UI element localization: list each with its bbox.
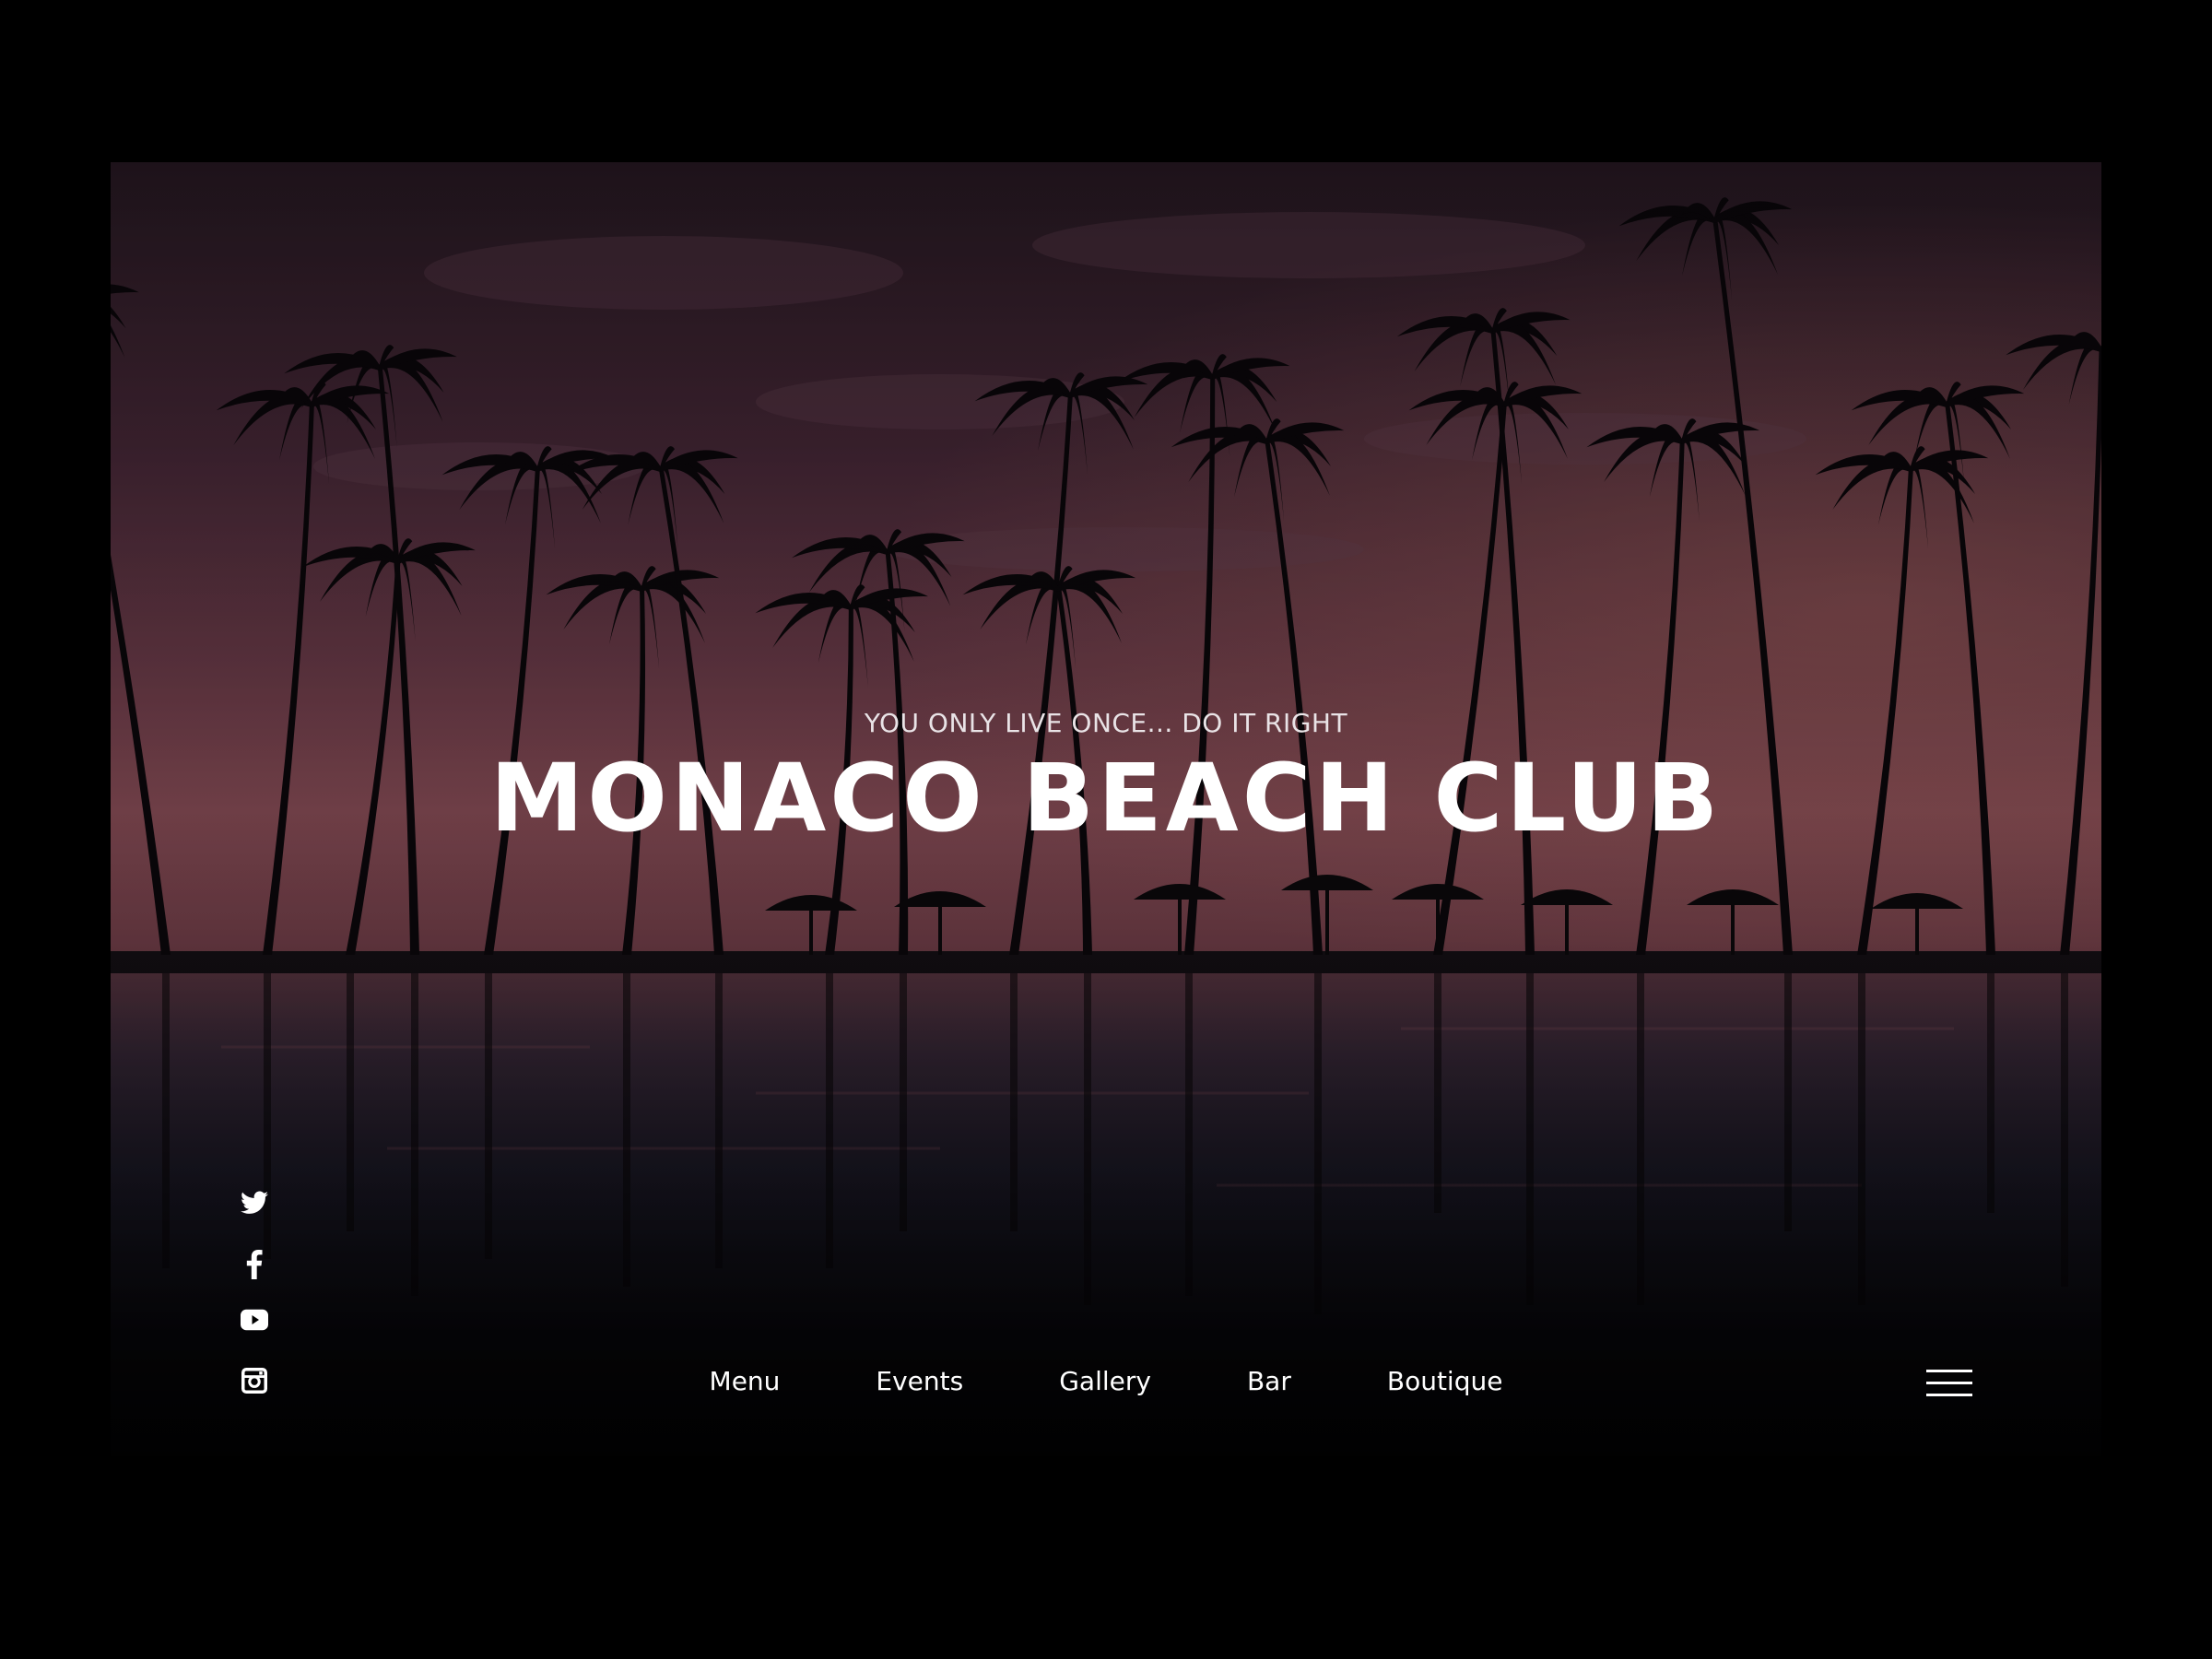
twitter-icon[interactable] — [229, 1191, 280, 1250]
page: YOU ONLY LIVE ONCE... DO IT RIGHT MONACO… — [0, 0, 2212, 1659]
main-nav: Menu Events Gallery Bar Boutique — [111, 1366, 2101, 1396]
youtube-icon[interactable] — [229, 1309, 280, 1368]
hero-section: YOU ONLY LIVE ONCE... DO IT RIGHT MONACO… — [111, 162, 2101, 1456]
nav-item-events[interactable]: Events — [876, 1366, 963, 1396]
hero-tagline: YOU ONLY LIVE ONCE... DO IT RIGHT — [864, 708, 1348, 738]
nav-item-menu[interactable]: Menu — [710, 1366, 781, 1396]
facebook-icon[interactable] — [229, 1250, 280, 1309]
nav-item-gallery[interactable]: Gallery — [1059, 1366, 1151, 1396]
hero-title: MONACO BEACH CLUB — [489, 744, 1723, 853]
nav-item-boutique[interactable]: Boutique — [1387, 1366, 1503, 1396]
hamburger-menu-icon[interactable] — [1926, 1370, 1974, 1403]
nav-item-bar[interactable]: Bar — [1247, 1366, 1291, 1396]
